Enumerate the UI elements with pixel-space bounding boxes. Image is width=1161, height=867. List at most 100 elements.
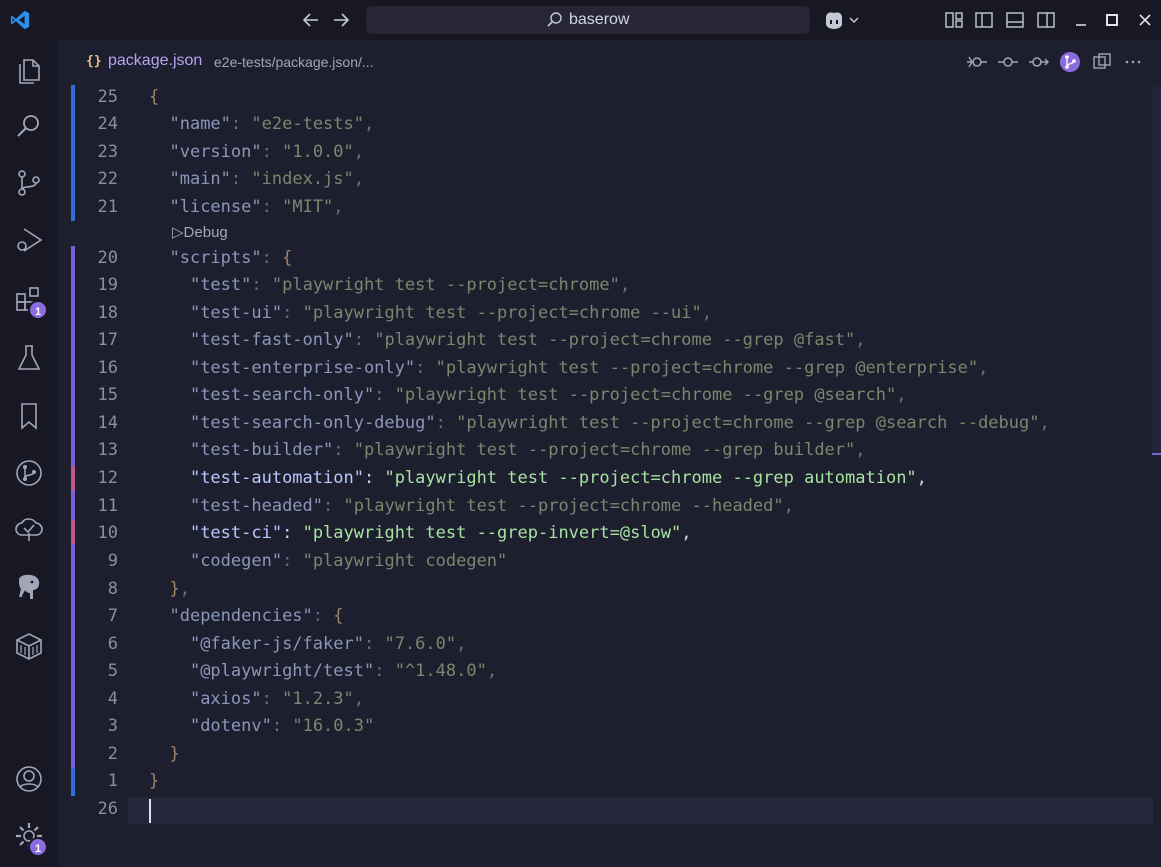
- json-string: "playwright test --project=chrome --grep…: [384, 468, 917, 488]
- git-graph-button[interactable]: [13, 457, 45, 489]
- code-line: "test-ui": "playwright test --project=ch…: [149, 303, 712, 323]
- code-line: "test-ci": "playwright test --grep-inver…: [149, 523, 692, 543]
- test-tree-button[interactable]: [13, 515, 45, 547]
- copilot-menu-button[interactable]: [823, 9, 863, 31]
- toggle-primary-sidebar-icon[interactable]: [973, 9, 995, 31]
- bracket: {: [333, 606, 344, 626]
- split-compare-icon[interactable]: [1091, 51, 1113, 73]
- code-line: "test-fast-only": "playwright test --pro…: [149, 330, 866, 350]
- punctuation: :: [374, 661, 385, 681]
- line-number: 9: [107, 551, 118, 571]
- git-history-icon[interactable]: [966, 51, 988, 73]
- customize-layout-icon[interactable]: [943, 9, 965, 31]
- bracket: }: [169, 744, 180, 764]
- json-string: "playwright test --project=chrome --grep…: [456, 413, 1040, 433]
- extensions-badge: 1: [28, 300, 48, 320]
- search-icon: [17, 115, 39, 137]
- code-line: }: [149, 744, 180, 764]
- code-line: "name": "e2e-tests",: [149, 114, 374, 134]
- command-center-search[interactable]: baserow: [366, 6, 810, 34]
- line-number: 23: [97, 142, 118, 162]
- close-icon[interactable]: [1134, 9, 1156, 31]
- run-debug-button[interactable]: [13, 224, 45, 256]
- containers-button[interactable]: [13, 630, 45, 662]
- punctuation: :: [353, 330, 364, 350]
- json-string: "playwright test --project=chrome --grep…: [394, 385, 897, 405]
- json-key: "@playwright/test": [189, 661, 375, 681]
- tab-filename[interactable]: package.json: [108, 52, 202, 70]
- punctuation: :: [282, 523, 293, 543]
- commit-icon[interactable]: [997, 51, 1019, 73]
- files-icon: [19, 59, 40, 84]
- line-number: 1: [107, 771, 118, 791]
- bracket: }: [149, 771, 160, 791]
- explorer-button[interactable]: [13, 53, 45, 85]
- json-string: "playwright test --project=chrome --grep…: [435, 358, 979, 378]
- json-string: "7.6.0": [384, 634, 457, 654]
- punctuation: ,: [333, 197, 344, 217]
- open-changes-icon[interactable]: [1028, 51, 1050, 73]
- bracket: }: [169, 579, 180, 599]
- punctuation: :: [333, 440, 344, 460]
- code-line: "license": "MIT",: [149, 197, 344, 217]
- json-string: "MIT": [282, 197, 334, 217]
- testing-button[interactable]: [13, 342, 45, 374]
- line-number: 20: [97, 248, 118, 268]
- code-line: },: [149, 579, 190, 599]
- punctuation: :: [261, 248, 272, 268]
- debug-codelens[interactable]: ▷Debug: [172, 223, 228, 241]
- container-box-icon: [16, 633, 42, 660]
- line-number: 16: [97, 358, 118, 378]
- line-number: 21: [97, 197, 118, 217]
- bracket: {: [282, 248, 293, 268]
- search-button[interactable]: [13, 110, 45, 142]
- json-string: "1.2.3": [282, 689, 354, 709]
- json-key: "dotenv": [189, 716, 272, 736]
- editor-tab-bar: {} package.json e2e-tests/package.json/.…: [58, 40, 1161, 84]
- maximize-icon[interactable]: [1101, 9, 1123, 31]
- json-file-icon: {}: [86, 54, 102, 69]
- line-number: 19: [97, 275, 118, 295]
- code-line: "codegen": "playwright codegen": [149, 551, 507, 571]
- git-lens-icon[interactable]: [1059, 51, 1081, 73]
- bookmarks-button[interactable]: [13, 400, 45, 432]
- line-number: 10: [97, 523, 118, 543]
- breadcrumb-path[interactable]: e2e-tests/package.json/...: [214, 54, 374, 70]
- punctuation: ,: [353, 142, 365, 162]
- forward-arrow-icon[interactable]: [329, 8, 353, 32]
- json-string: "playwright test --project=chrome --ui": [302, 303, 702, 323]
- scrollbar-track[interactable]: [1152, 85, 1161, 455]
- activity-bar: 1 1: [0, 40, 58, 867]
- toggle-secondary-sidebar-icon[interactable]: [1035, 9, 1057, 31]
- punctuation: :: [261, 142, 272, 162]
- flask-icon: [17, 345, 41, 370]
- line-number: 11: [97, 496, 118, 516]
- toggle-panel-icon[interactable]: [1004, 9, 1026, 31]
- json-string: "^1.48.0": [394, 661, 487, 681]
- punctuation: ,: [364, 114, 375, 134]
- punctuation: :: [415, 358, 426, 378]
- json-string: "playwright test --project=chrome --head…: [343, 496, 784, 516]
- postgres-button[interactable]: [13, 572, 45, 604]
- punctuation: ,: [179, 579, 190, 599]
- search-text: baserow: [569, 11, 630, 28]
- run-debug-icon: [17, 228, 43, 252]
- punctuation: ,: [681, 523, 692, 543]
- minimize-icon[interactable]: [1070, 9, 1092, 31]
- json-string: "playwright codegen": [302, 551, 508, 571]
- source-control-button[interactable]: [13, 167, 45, 199]
- json-key: "test": [189, 275, 252, 295]
- punctuation: ,: [353, 169, 365, 189]
- code-line: "version": "1.0.0",: [149, 142, 364, 162]
- back-arrow-icon[interactable]: [299, 8, 323, 32]
- tree-check-icon: [15, 518, 43, 541]
- json-key: "main": [169, 169, 231, 189]
- code-line: "axios": "1.2.3",: [149, 689, 364, 709]
- punctuation: :: [282, 551, 293, 571]
- copilot-icon: [826, 12, 859, 29]
- punctuation: ,: [783, 496, 794, 516]
- more-actions-icon[interactable]: [1122, 51, 1144, 73]
- accounts-button[interactable]: [13, 763, 45, 795]
- search-icon: [547, 12, 562, 27]
- code-line: "test-automation": "playwright test --pr…: [149, 468, 927, 488]
